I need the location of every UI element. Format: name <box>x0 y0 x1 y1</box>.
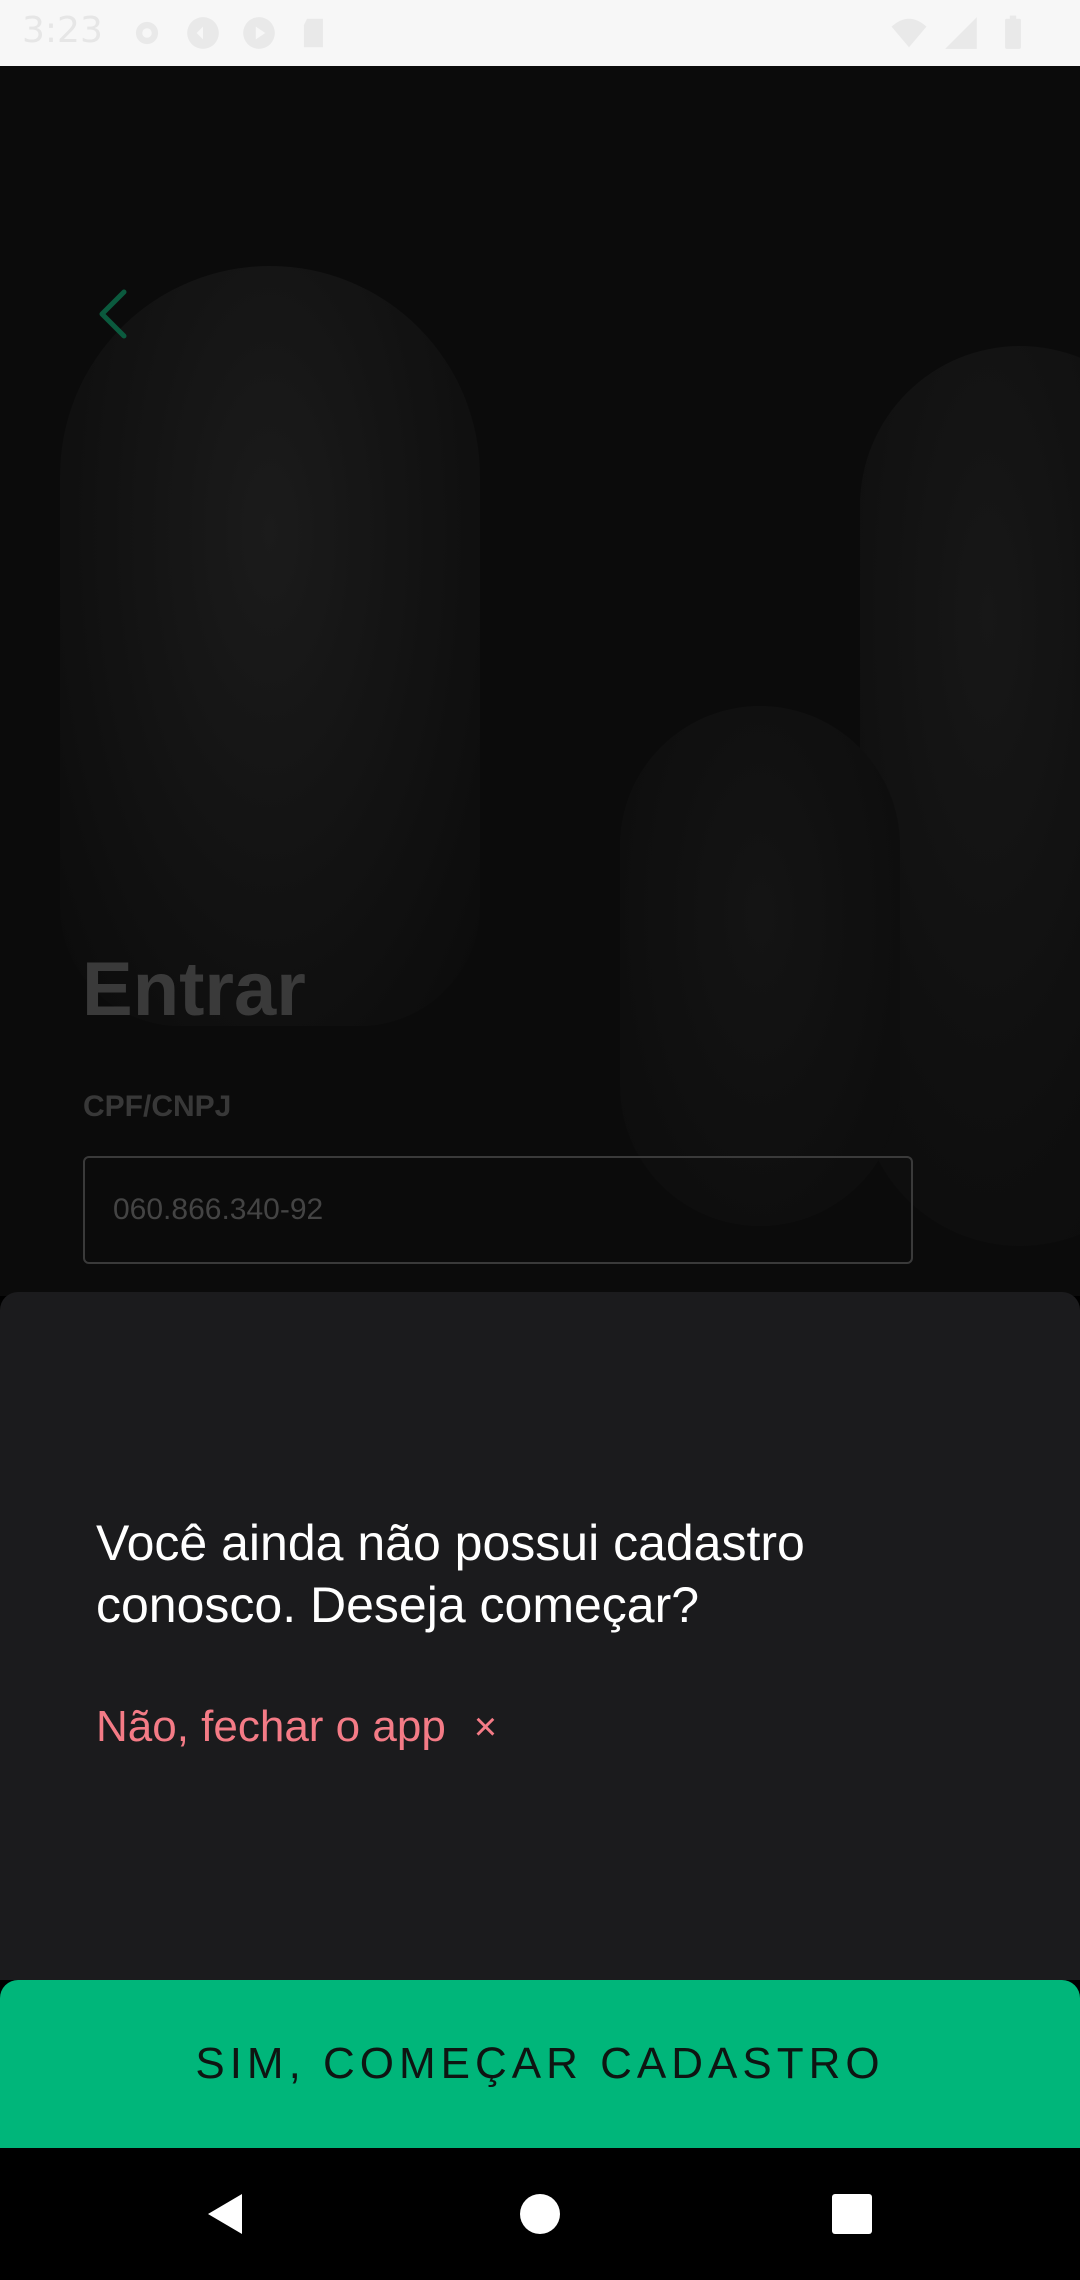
play-icon <box>243 17 275 49</box>
status-icons-left <box>128 14 334 52</box>
nav-recents-icon[interactable] <box>826 2188 878 2240</box>
nav-back-icon[interactable] <box>200 2188 252 2240</box>
status-bar: 3:23 <box>0 0 1080 66</box>
close-icon: × <box>473 1704 498 1749</box>
cpf-cnpj-label: CPF/CNPJ <box>83 1090 232 1123</box>
status-time: 3:23 <box>22 10 103 51</box>
close-app-link[interactable]: Não, fechar o app × <box>96 1702 497 1752</box>
sheet-message: Você ainda não possui cadastro conosco. … <box>96 1515 805 1633</box>
wifi-icon <box>891 18 927 48</box>
battery-icon <box>1005 15 1021 49</box>
cpf-cnpj-input[interactable]: 060.866.340-92 <box>83 1156 913 1264</box>
close-app-label: Não, fechar o app <box>96 1702 446 1751</box>
hero-photo-person-left <box>60 266 480 1026</box>
back-arrow-icon[interactable] <box>88 286 138 342</box>
sd-card-icon <box>303 18 323 48</box>
signal-icon <box>945 17 977 49</box>
start-registration-button[interactable]: SIM, COMEÇAR CADASTRO <box>0 1980 1080 2148</box>
settings-icon <box>135 21 159 45</box>
status-icons-right <box>890 14 1032 52</box>
hero-photo-person-middle <box>620 706 900 1226</box>
login-background: Entrar CPF/CNPJ 060.866.340-92 <box>0 66 1080 1296</box>
navigation-bar <box>0 2148 1080 2280</box>
bottom-sheet: Você ainda não possui cadastro conosco. … <box>0 1292 1080 1980</box>
page-title: Entrar <box>82 947 306 1032</box>
nav-home-icon[interactable] <box>514 2188 566 2240</box>
sync-icon <box>187 17 219 49</box>
